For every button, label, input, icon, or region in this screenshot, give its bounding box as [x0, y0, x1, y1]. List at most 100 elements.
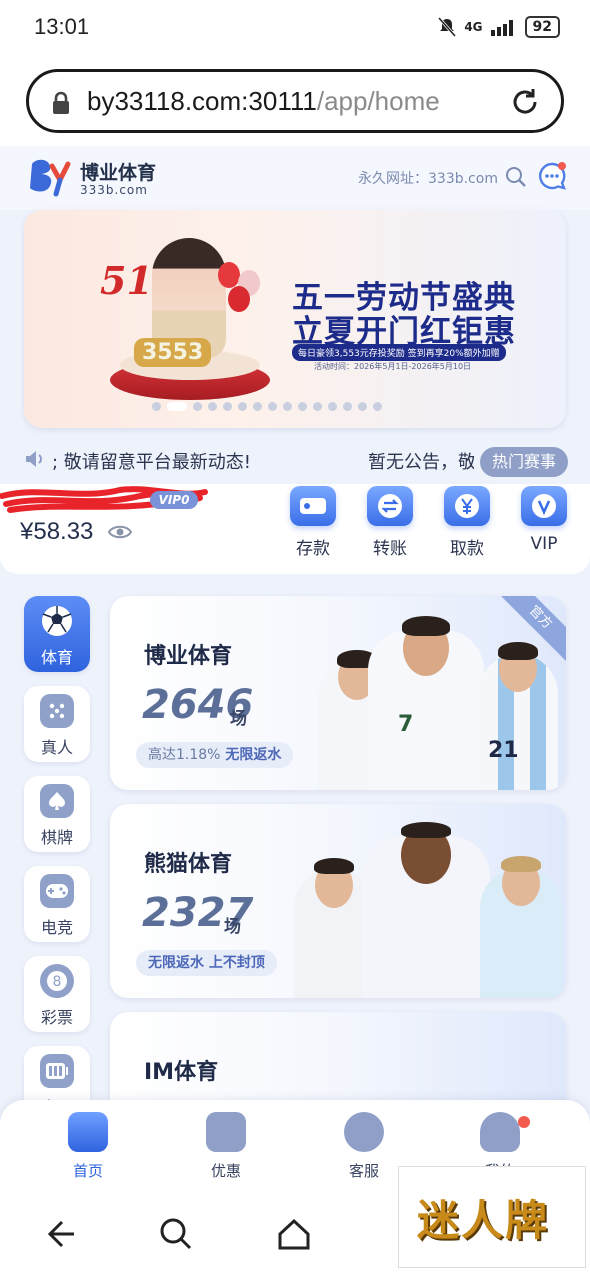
pagination-dot[interactable] [208, 402, 217, 411]
transfer-button[interactable]: 转账 [360, 486, 420, 559]
tab-label: 客服 [348, 1162, 379, 1180]
match-unit: 场 [224, 917, 241, 937]
app-header: 博业体育 333b.com 永久网址：333b.com [0, 146, 590, 210]
search-icon[interactable] [158, 1216, 194, 1252]
banner-subtitle: 每日豪领3,553元存投奖励 签到再享20%额外加赠 [292, 344, 506, 361]
pagination-dot[interactable] [152, 402, 161, 411]
category-esports[interactable]: 电竞 [24, 866, 90, 942]
tab-home[interactable]: 首页 [48, 1112, 128, 1181]
notice-bar: ; 敬请留意平台最新动态! 暂无公告，敬 热门赛事 [0, 436, 590, 484]
pagination-dot[interactable] [268, 402, 277, 411]
soccer-ball-icon [40, 604, 74, 638]
tab-promotions[interactable]: 优惠 [186, 1112, 266, 1181]
balance-amount: ¥58.33 [20, 518, 94, 545]
brand-domain: 333b.com [80, 183, 148, 197]
pagination-dot[interactable] [167, 402, 187, 411]
lock-icon [53, 91, 69, 114]
promo-banner[interactable]: 51 3553 五一劳动节盛典 立夏开门红钜惠 每日豪领3,553元存投奖励 签… [24, 210, 566, 428]
url-host: by33118.com:30111 [87, 86, 317, 116]
hot-events-button[interactable]: 热门赛事 [480, 447, 568, 477]
pill-percent: 1.18% [176, 747, 221, 763]
transfer-label: 转账 [373, 539, 407, 559]
dice-icon [40, 694, 74, 728]
balloon-icon [228, 286, 250, 312]
pagination-dot[interactable] [253, 402, 262, 411]
player-figure [362, 822, 490, 998]
banner-date-line: 活动时间：2026年5月1日-2026年5月10日 [314, 362, 472, 371]
pagination-dot[interactable] [313, 402, 322, 411]
game-title: 博业体育 [144, 644, 233, 669]
match-unit: 场 [230, 709, 247, 729]
transfer-arrows-icon [367, 486, 413, 526]
speaker-icon [26, 451, 42, 467]
reload-icon[interactable] [509, 86, 541, 118]
category-cards[interactable]: 棋牌 [24, 776, 90, 852]
message-bubble-icon[interactable] [536, 160, 568, 192]
pagination-dot[interactable] [283, 402, 292, 411]
eye-icon[interactable] [108, 524, 132, 540]
game-title: 熊猫体育 [144, 852, 233, 877]
deposit-button[interactable]: 存款 [283, 486, 343, 559]
url-path: /app/home [316, 86, 440, 116]
vip-level-tag: VIP0 [150, 491, 198, 509]
lottery-ball-icon: 8 [40, 964, 74, 998]
brand-logo-icon[interactable] [26, 154, 74, 198]
profile-notification-dot [518, 1116, 530, 1128]
yen-coin-icon [444, 486, 490, 526]
gift-ticket-icon [206, 1112, 246, 1152]
banner-51-badge: 51 [100, 258, 153, 303]
search-icon[interactable] [505, 166, 527, 188]
deposit-label: 存款 [296, 539, 330, 559]
signal-icon [490, 20, 513, 36]
category-sidebar: 体育 真人 棋牌 电竞 8 彩票 电子 [24, 596, 90, 1136]
pagination-dot[interactable] [373, 402, 382, 411]
back-icon[interactable] [42, 1216, 78, 1252]
watermark-text: 迷人牌 [417, 1196, 550, 1245]
battery-indicator: 92 [524, 16, 560, 38]
mute-bell-icon [438, 17, 457, 37]
pagination-dot[interactable] [328, 402, 337, 411]
category-label: 彩票 [40, 1008, 73, 1027]
vip-button[interactable]: VIP [514, 486, 574, 554]
permanent-url-label: 永久网址：333b.com [358, 171, 498, 187]
status-bar: 13:01 4G 92 [0, 0, 590, 56]
home-nav-icon[interactable] [276, 1216, 312, 1252]
banner-pagination[interactable] [152, 402, 382, 411]
network-label: 4G [464, 20, 483, 34]
game-card-panda-sports[interactable]: 熊猫体育 2327 场 无限返水 上不封顶 [110, 804, 566, 998]
player-figure: 21 [478, 642, 558, 790]
category-sports[interactable]: 体育 [24, 596, 90, 672]
player-figure: 7 [368, 616, 484, 790]
category-label: 电竞 [40, 918, 73, 937]
deposit-card-icon [290, 486, 336, 526]
game-title: IM体育 [144, 1060, 219, 1085]
pagination-dot[interactable] [298, 402, 307, 411]
user-icon [480, 1112, 520, 1152]
brand-name: 博业体育 [80, 162, 157, 184]
withdraw-button[interactable]: 取款 [437, 486, 497, 559]
notice-text: ; 敬请留意平台最新动态! [52, 452, 252, 473]
url-text[interactable]: by33118.com:30111/app/home [87, 86, 440, 117]
banner-coins-text: 3553 [134, 338, 212, 367]
tab-support[interactable]: 客服 [324, 1112, 404, 1181]
home-icon [68, 1112, 108, 1152]
status-time: 13:01 [34, 14, 90, 39]
pagination-dot[interactable] [238, 402, 247, 411]
game-card-boye-sports[interactable]: 官方 博业体育 2646 场 高达1.18% 无限返水 7 21 [110, 596, 566, 790]
pagination-dot[interactable] [358, 402, 367, 411]
browser-toolbar: by33118.com:30111/app/home [0, 56, 590, 146]
slot-machine-icon [40, 1054, 74, 1088]
address-bar[interactable]: by33118.com:30111/app/home [26, 69, 564, 133]
category-lottery[interactable]: 8 彩票 [24, 956, 90, 1032]
category-live[interactable]: 真人 [24, 686, 90, 762]
pagination-dot[interactable] [223, 402, 232, 411]
pill-prefix: 高达 [148, 747, 176, 763]
wallet-panel: VIP0 ¥58.33 存款 转账 取款 VIP [0, 484, 590, 574]
svg-text:8: 8 [53, 974, 62, 990]
tab-label: 首页 [72, 1162, 103, 1180]
pagination-dot[interactable] [343, 402, 352, 411]
pagination-dot[interactable] [193, 402, 202, 411]
rebate-pill: 无限返水 上不封顶 [136, 950, 277, 976]
category-label: 体育 [40, 648, 73, 667]
tab-label: 优惠 [210, 1162, 241, 1180]
